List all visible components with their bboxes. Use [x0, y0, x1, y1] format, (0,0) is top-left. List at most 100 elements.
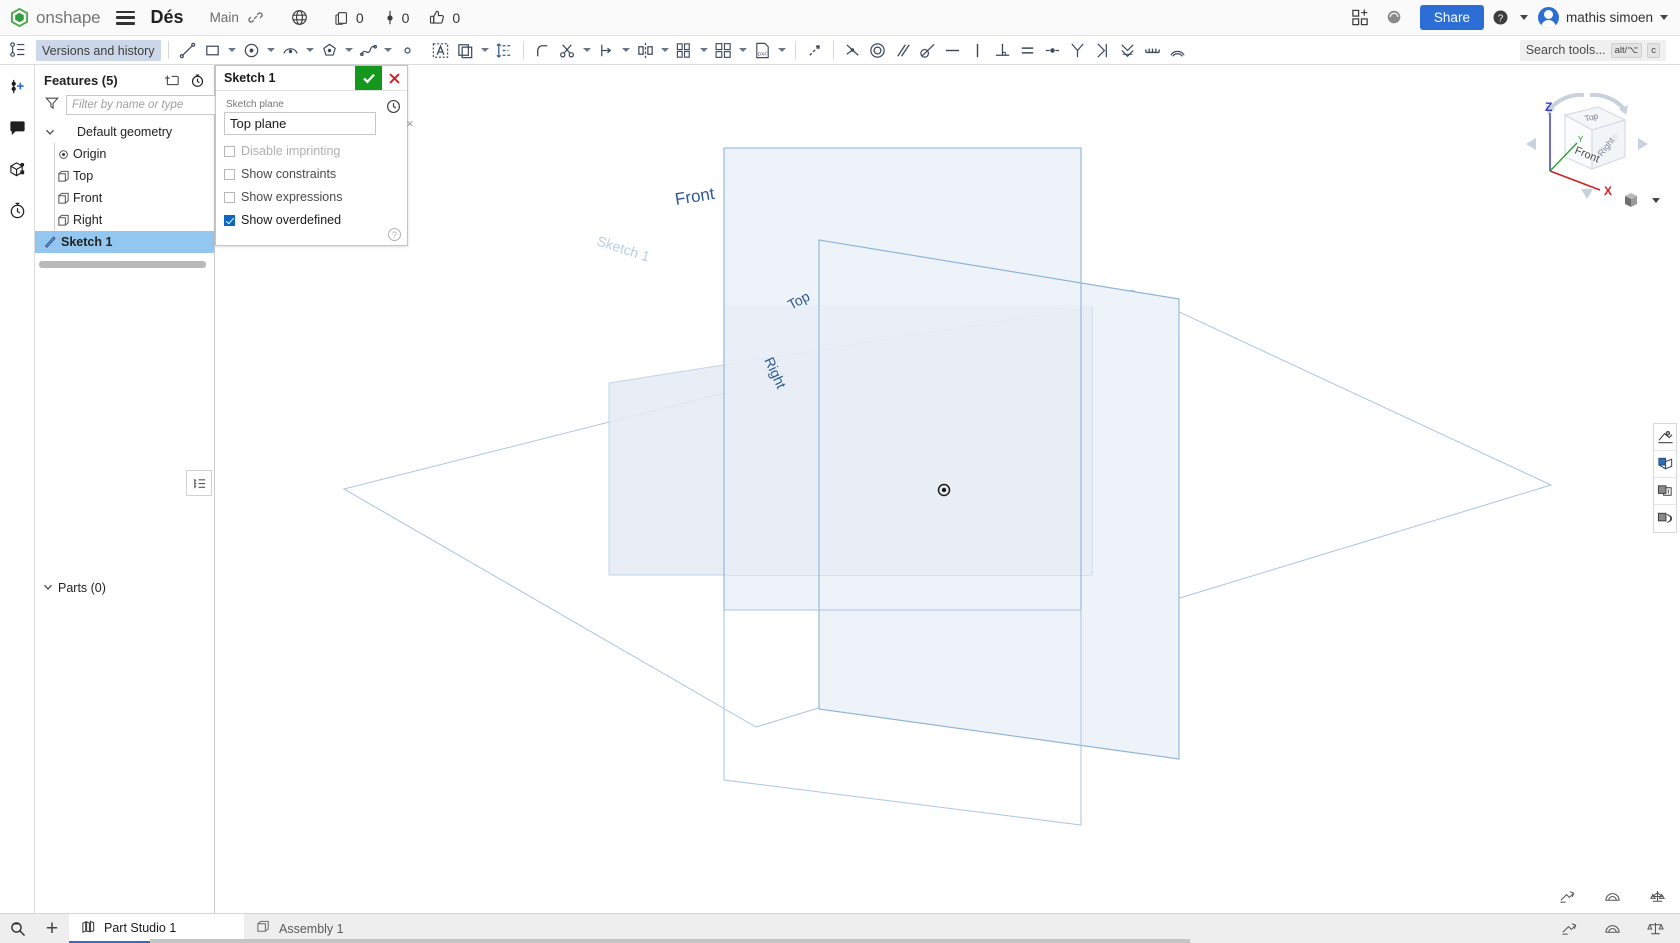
appearance-icon[interactable]: [1654, 424, 1676, 451]
polygon-icon[interactable]: [317, 37, 342, 63]
sketch-cancel-button[interactable]: [382, 66, 407, 90]
checkbox-show-overdefined[interactable]: Show overdefined: [224, 213, 399, 227]
search-tools-box[interactable]: Search tools... alt/⌥ c: [1519, 39, 1666, 61]
view-cube[interactable]: Top Front Right Z X Y: [1512, 87, 1662, 207]
symmetric-constraint-icon[interactable]: [1065, 37, 1090, 63]
grid-pattern-icon[interactable]: [711, 37, 736, 63]
sketch-plane-history-icon[interactable]: [386, 99, 401, 119]
checkbox-show-constraints[interactable]: Show constraints: [224, 167, 399, 181]
3d-viewport[interactable]: Front Top Right Sketch 1 Top Front Right…: [216, 65, 1680, 913]
clear-field-icon[interactable]: ×: [406, 116, 414, 131]
measure-tool-icon[interactable]: [1559, 888, 1576, 905]
trim-icon[interactable]: [555, 37, 580, 63]
grid-pattern-chevron-down-icon[interactable]: [736, 48, 750, 52]
equal-constraint-icon[interactable]: [1015, 37, 1040, 63]
sketch-plane-input[interactable]: [225, 116, 406, 131]
vertical-constraint-icon[interactable]: [965, 37, 990, 63]
line-icon[interactable]: [175, 37, 200, 63]
insert-feature-icon[interactable]: [5, 75, 29, 99]
rollback-bar[interactable]: [39, 261, 206, 268]
rectangle-icon[interactable]: [200, 37, 225, 63]
tree-node-front[interactable]: Front: [53, 187, 214, 209]
branch-label[interactable]: Main: [210, 10, 239, 25]
fix-constraint-icon[interactable]: [1090, 37, 1115, 63]
curvature-constraint-icon[interactable]: [1165, 37, 1190, 63]
tree-node-default-geometry[interactable]: Default geometry: [35, 121, 214, 143]
user-chevron-down-icon[interactable]: [1660, 15, 1668, 20]
copy-count-group[interactable]: 0: [334, 10, 364, 26]
section-view-icon[interactable]: [1654, 451, 1676, 478]
arc-chevron-down-icon[interactable]: [303, 48, 317, 52]
help-icon[interactable]: ?: [388, 228, 401, 241]
scale-icon[interactable]: [1647, 920, 1664, 937]
protractor-icon[interactable]: [1604, 920, 1621, 937]
user-name-label[interactable]: mathis simoen: [1566, 10, 1653, 25]
help-button[interactable]: ?: [1492, 9, 1528, 26]
comment-review-icon[interactable]: [1378, 4, 1412, 32]
chevron-down-icon[interactable]: [43, 127, 57, 137]
configuration-icon[interactable]: [5, 157, 29, 181]
tree-node-origin[interactable]: Origin: [53, 143, 214, 165]
onshape-logo[interactable]: onshape: [0, 8, 101, 28]
perpendicular-constraint-icon[interactable]: [990, 37, 1015, 63]
tangent-constraint-icon[interactable]: [915, 37, 940, 63]
versions-history-icon[interactable]: [6, 37, 30, 63]
display-mode-chevron-down-icon[interactable]: [1652, 197, 1660, 203]
dxf-import-icon[interactable]: DXF: [750, 37, 775, 63]
text-icon[interactable]: [428, 37, 453, 63]
fillet-icon[interactable]: [530, 37, 555, 63]
document-title[interactable]: Dés: [151, 7, 184, 28]
checkbox-box[interactable]: [224, 214, 235, 226]
arc-icon[interactable]: [278, 37, 303, 63]
checkbox-box[interactable]: [224, 168, 235, 180]
tree-node-sketch-1[interactable]: Sketch 1: [35, 231, 214, 253]
comment-icon[interactable]: [5, 116, 29, 140]
search-tab-icon[interactable]: [0, 914, 35, 943]
new-folder-icon[interactable]: [164, 73, 179, 88]
extend-icon[interactable]: [594, 37, 619, 63]
circle-chevron-down-icon[interactable]: [264, 48, 278, 52]
filter-funnel-icon[interactable]: [45, 96, 59, 115]
chevron-down-icon[interactable]: [43, 581, 53, 595]
globe-icon[interactable]: [291, 9, 308, 26]
add-tab-button[interactable]: +: [35, 914, 69, 943]
polygon-chevron-down-icon[interactable]: [342, 48, 356, 52]
linear-pattern-icon[interactable]: [672, 37, 697, 63]
filter-input[interactable]: [66, 95, 234, 115]
version-count-group[interactable]: 0: [384, 10, 409, 26]
display-state-icon[interactable]: [1654, 478, 1676, 505]
share-button[interactable]: Share: [1419, 5, 1484, 30]
spline-icon[interactable]: [356, 37, 381, 63]
main-menu-button[interactable]: [115, 10, 135, 25]
checkbox-box[interactable]: [224, 191, 235, 203]
link-icon[interactable]: [248, 10, 263, 25]
spline-chevron-down-icon[interactable]: [381, 48, 395, 52]
extend-chevron-down-icon[interactable]: [619, 48, 633, 52]
mirror-icon[interactable]: [633, 37, 658, 63]
rectangle-chevron-down-icon[interactable]: [225, 48, 239, 52]
render-icon[interactable]: [1654, 505, 1676, 532]
parts-section-header[interactable]: Parts (0): [35, 577, 214, 599]
mirror-chevron-down-icon[interactable]: [658, 48, 672, 52]
linear-pattern-chevron-down-icon[interactable]: [697, 48, 711, 52]
offset-chevron-down-icon[interactable]: [478, 48, 492, 52]
history-icon[interactable]: [5, 198, 29, 222]
parallel-constraint-icon[interactable]: [890, 37, 915, 63]
checkbox-show-expressions[interactable]: Show expressions: [224, 190, 399, 204]
checkbox-disable-imprinting[interactable]: Disable imprinting: [224, 144, 399, 158]
pierce-constraint-icon[interactable]: [1140, 37, 1165, 63]
circle-icon[interactable]: [239, 37, 264, 63]
measure-icon[interactable]: [1561, 920, 1578, 937]
horizontal-constraint-icon[interactable]: [940, 37, 965, 63]
mass-properties-icon[interactable]: [1649, 888, 1666, 905]
sketch-plane-field[interactable]: ×: [224, 112, 414, 135]
rollback-timer-icon[interactable]: [190, 73, 205, 88]
like-count-group[interactable]: 0: [429, 9, 460, 26]
avatar[interactable]: [1537, 7, 1559, 28]
point-icon[interactable]: [395, 37, 420, 63]
trim-chevron-down-icon[interactable]: [580, 48, 594, 52]
sketch-accept-button[interactable]: [355, 66, 382, 90]
panel-toggle-button[interactable]: [186, 470, 212, 496]
normal-constraint-icon[interactable]: [1115, 37, 1140, 63]
display-mode-selector[interactable]: [1621, 190, 1660, 210]
